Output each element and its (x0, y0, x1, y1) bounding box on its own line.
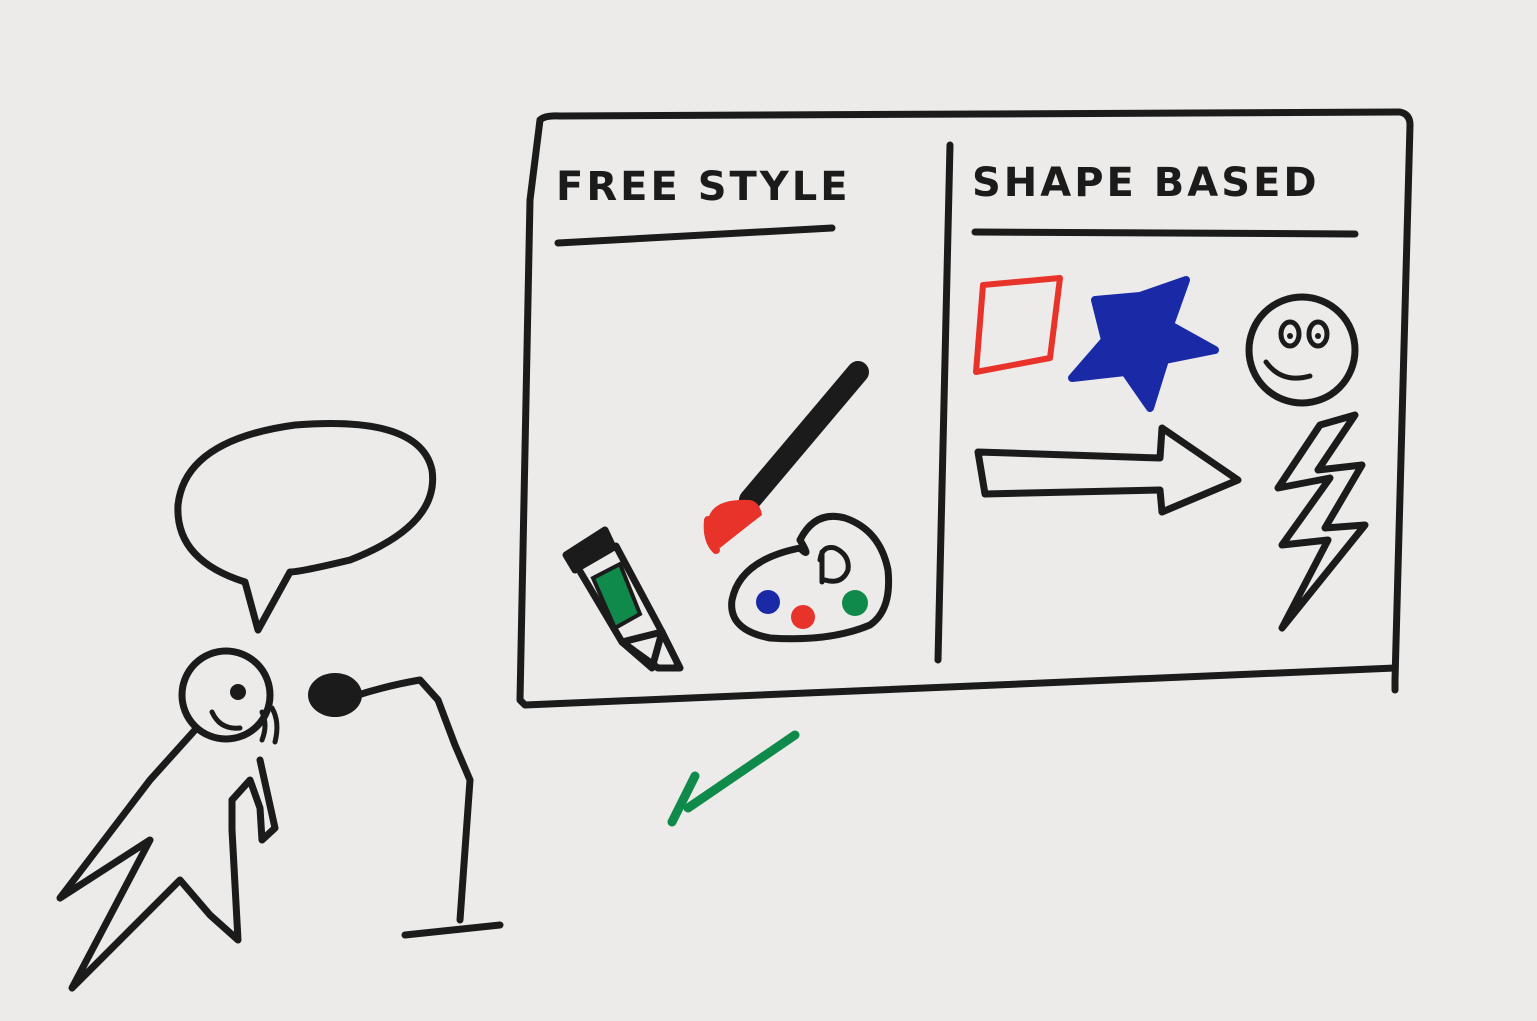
arrow-shape-icon (974, 424, 1242, 516)
speech-bubble-icon (174, 419, 437, 634)
sketch-canvas: FREE STYLE SHAPE BASED (56, 108, 1414, 992)
square-shape-icon (973, 275, 1063, 375)
free-style-underline (554, 224, 836, 247)
star-shape-icon (1068, 276, 1219, 412)
palette-green-dot (842, 590, 868, 616)
paint-palette-icon (728, 512, 893, 643)
palette-red-dot (791, 605, 815, 629)
free-style-heading: FREE STYLE (556, 164, 851, 210)
checkmark-icon (667, 730, 800, 827)
palette-blue-dot (756, 590, 780, 614)
shape-based-panel: SHAPE BASED (971, 160, 1369, 632)
microphone-icon (308, 673, 504, 939)
panel-divider (934, 141, 954, 664)
paint-brush-icon (703, 361, 869, 554)
presenter-figure-icon (56, 647, 280, 992)
marker-pen-icon (562, 526, 684, 672)
smiley-face-icon (1245, 293, 1359, 407)
free-style-panel: FREE STYLE (554, 164, 893, 672)
shape-based-heading: SHAPE BASED (972, 160, 1320, 206)
shape-based-underline (971, 228, 1359, 238)
lightning-bolt-icon (1274, 411, 1369, 632)
